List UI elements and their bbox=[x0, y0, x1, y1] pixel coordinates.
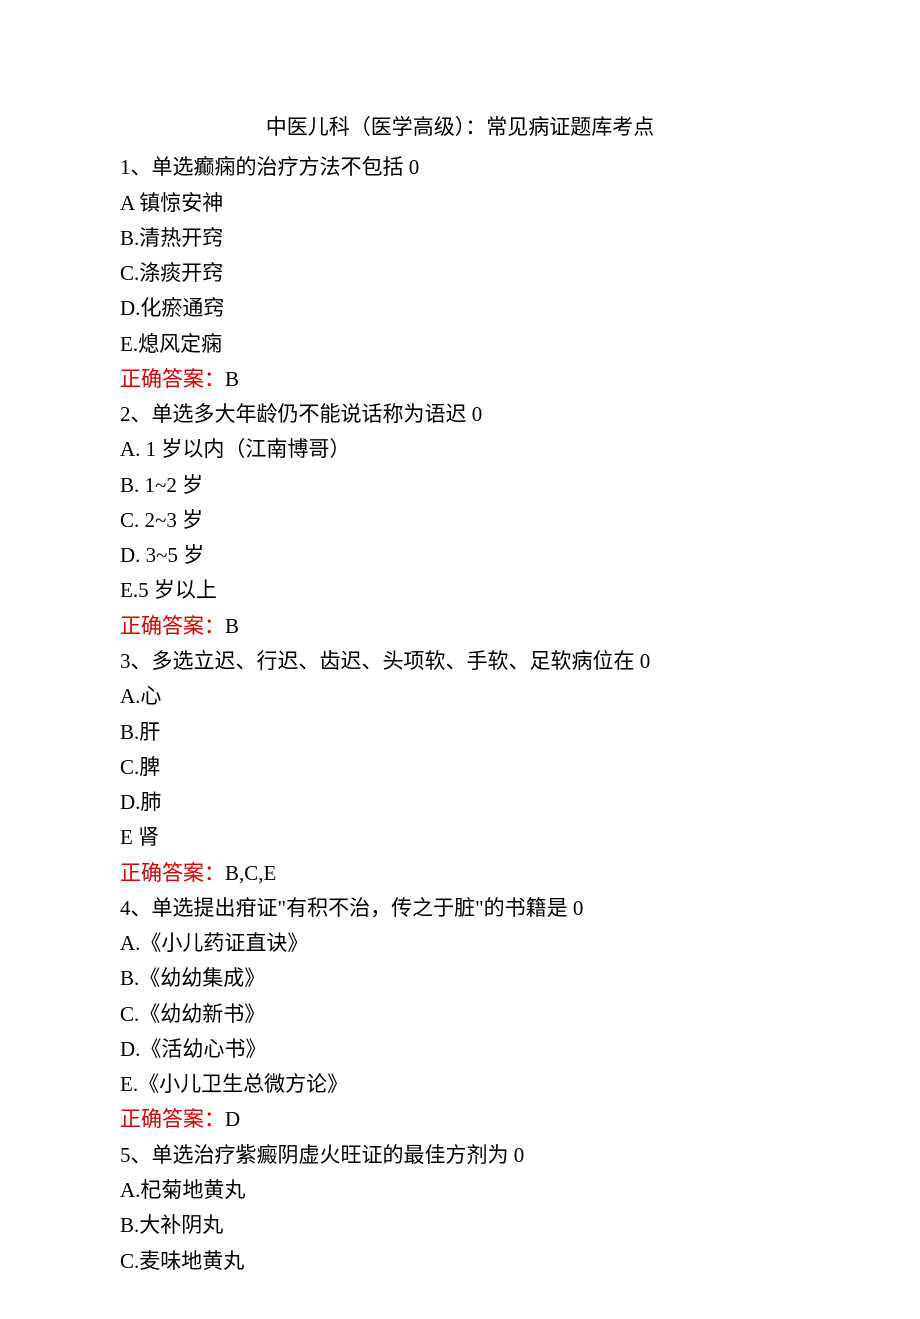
question-option: A.心 bbox=[120, 679, 800, 714]
question-stem: 2、单选多大年龄仍不能说话称为语迟 0 bbox=[120, 397, 800, 432]
answer-value: D bbox=[225, 1107, 240, 1131]
question-option: C.脾 bbox=[120, 750, 800, 785]
answer-value: B bbox=[225, 614, 239, 638]
question-option: A. 1 岁以内（江南博哥） bbox=[120, 432, 800, 467]
question-option: B.肝 bbox=[120, 715, 800, 750]
question-option: A.《小儿药证直诀》 bbox=[120, 926, 800, 961]
answer-label: 正确答案： bbox=[120, 861, 225, 885]
question-option: C. 2~3 岁 bbox=[120, 503, 800, 538]
question-option: C.《幼幼新书》 bbox=[120, 997, 800, 1032]
answer-value: B,C,E bbox=[225, 861, 276, 885]
answer-line: 正确答案：B bbox=[120, 609, 800, 644]
question-option: E.5 岁以上 bbox=[120, 573, 800, 608]
answer-value: B bbox=[225, 367, 239, 391]
answer-line: 正确答案：B bbox=[120, 362, 800, 397]
page-title: 中医儿科（医学高级）：常见病证题库考点 bbox=[120, 110, 800, 145]
answer-label: 正确答案： bbox=[120, 1107, 225, 1131]
question-option: A.杞菊地黄丸 bbox=[120, 1173, 800, 1208]
questions-container: 1、单选癫痫的治疗方法不包括 0A 镇惊安神B.清热开窍C.涤痰开窍D.化瘀通窍… bbox=[120, 150, 800, 1279]
question-option: D.化瘀通窍 bbox=[120, 291, 800, 326]
answer-label: 正确答案： bbox=[120, 367, 225, 391]
question-option: D.肺 bbox=[120, 785, 800, 820]
question-option: E 肾 bbox=[120, 820, 800, 855]
question-stem: 1、单选癫痫的治疗方法不包括 0 bbox=[120, 150, 800, 185]
question-option: A 镇惊安神 bbox=[120, 186, 800, 221]
answer-line: 正确答案：B,C,E bbox=[120, 856, 800, 891]
question-option: B. 1~2 岁 bbox=[120, 468, 800, 503]
question-option: B.大补阴丸 bbox=[120, 1208, 800, 1243]
question-option: E.熄风定痫 bbox=[120, 327, 800, 362]
question-option: D. 3~5 岁 bbox=[120, 538, 800, 573]
question-stem: 4、单选提出疳证"有积不治，传之于脏"的书籍是 0 bbox=[120, 891, 800, 926]
question-option: B.清热开窍 bbox=[120, 221, 800, 256]
answer-label: 正确答案： bbox=[120, 614, 225, 638]
question-stem: 3、多选立迟、行迟、齿迟、头项软、手软、足软病位在 0 bbox=[120, 644, 800, 679]
question-option: D.《活幼心书》 bbox=[120, 1032, 800, 1067]
question-option: C.涤痰开窍 bbox=[120, 256, 800, 291]
question-option: E.《小儿卫生总微方论》 bbox=[120, 1067, 800, 1102]
question-option: C.麦味地黄丸 bbox=[120, 1244, 800, 1279]
question-stem: 5、单选治疗紫癜阴虚火旺证的最佳方剂为 0 bbox=[120, 1138, 800, 1173]
question-option: B.《幼幼集成》 bbox=[120, 961, 800, 996]
answer-line: 正确答案：D bbox=[120, 1102, 800, 1137]
